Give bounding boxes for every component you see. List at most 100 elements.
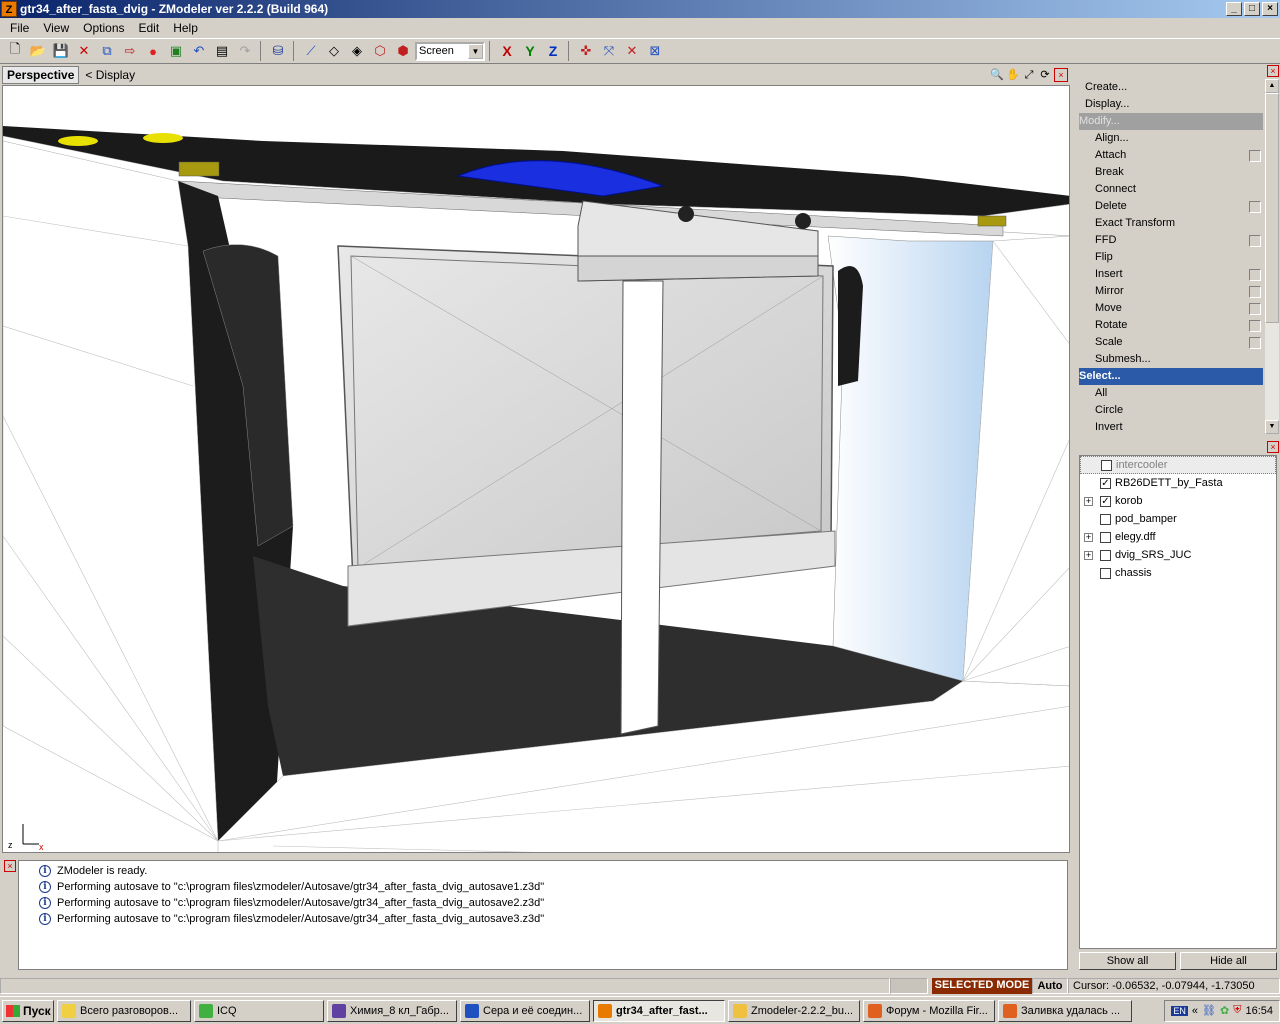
- expand-plus-icon[interactable]: +: [1084, 532, 1093, 542]
- menu-view[interactable]: View: [37, 19, 75, 37]
- close-viewport-icon[interactable]: ×: [1054, 67, 1068, 82]
- options-box[interactable]: [1249, 235, 1261, 247]
- command-item-invert[interactable]: Invert: [1079, 419, 1263, 434]
- scroll-thumb[interactable]: [1265, 93, 1279, 323]
- tree-item-chassis[interactable]: chassis: [1080, 564, 1276, 582]
- menu-options[interactable]: Options: [77, 19, 130, 37]
- command-item-break[interactable]: Break: [1079, 164, 1263, 181]
- pan-hand-icon[interactable]: ✋: [1006, 68, 1020, 82]
- options-box[interactable]: [1249, 337, 1261, 349]
- menu-file[interactable]: File: [4, 19, 35, 37]
- close-objects-icon[interactable]: ×: [1267, 441, 1279, 453]
- options-box[interactable]: [1249, 150, 1261, 162]
- menu-help[interactable]: Help: [167, 19, 204, 37]
- options-box[interactable]: [1249, 320, 1261, 332]
- tree-item-pod-bamper[interactable]: pod_bamper: [1080, 510, 1276, 528]
- close-log-icon[interactable]: ×: [4, 860, 16, 872]
- visibility-checkbox[interactable]: ✓: [1100, 477, 1111, 489]
- command-item-mirror[interactable]: Mirror: [1079, 283, 1263, 300]
- record-icon[interactable]: ●: [142, 40, 164, 62]
- redo-icon[interactable]: ↷: [234, 40, 256, 62]
- options-box[interactable]: [1249, 269, 1261, 281]
- show-all-button[interactable]: Show all: [1079, 952, 1176, 970]
- face-mode-icon[interactable]: ◇: [323, 40, 345, 62]
- axis-z-button[interactable]: Z: [542, 40, 564, 62]
- command-item-exact-transform[interactable]: Exact Transform: [1079, 215, 1263, 232]
- icq-tray-icon[interactable]: ✿: [1220, 1004, 1229, 1017]
- chevron-down-icon[interactable]: ▼: [468, 43, 483, 59]
- antivirus-icon[interactable]: ⛨: [1233, 1004, 1241, 1017]
- minimize-button[interactable]: _: [1226, 2, 1242, 16]
- taskbar-button[interactable]: Всего разговоров...: [57, 999, 191, 1022]
- axis-x-button[interactable]: X: [496, 40, 518, 62]
- taskbar-button[interactable]: Химия_8 кл_Габр...: [327, 999, 457, 1022]
- command-item-select[interactable]: Select...: [1079, 368, 1263, 385]
- visibility-checkbox[interactable]: [1100, 513, 1111, 525]
- taskbar-button[interactable]: Zmodeler-2.2.2_bu...: [728, 999, 860, 1022]
- object-mode-icon[interactable]: ◈: [346, 40, 368, 62]
- options-box[interactable]: [1249, 303, 1261, 315]
- command-item-attach[interactable]: Attach: [1079, 147, 1263, 164]
- visibility-checkbox[interactable]: [1100, 531, 1111, 543]
- command-item-scale[interactable]: Scale: [1079, 334, 1263, 351]
- menu-edit[interactable]: Edit: [133, 19, 166, 37]
- command-item-circle[interactable]: Circle: [1079, 402, 1263, 419]
- maximize-button[interactable]: □: [1244, 2, 1260, 16]
- export-icon[interactable]: ⇨: [119, 40, 141, 62]
- scroll-up-icon[interactable]: ▲: [1265, 79, 1279, 93]
- taskbar-button[interactable]: gtr34_after_fast...: [593, 999, 725, 1022]
- command-scrollbar[interactable]: ▲ ▼: [1265, 79, 1279, 434]
- maximize-viewport-icon[interactable]: ⤢: [1022, 68, 1036, 82]
- rotate-view-icon[interactable]: ⟳: [1038, 68, 1052, 82]
- language-indicator[interactable]: EN: [1171, 1005, 1188, 1016]
- sphere-mode-icon[interactable]: ⬢: [392, 40, 414, 62]
- grid-icon[interactable]: ⊠: [644, 40, 666, 62]
- vertex-mode-icon[interactable]: ⟋: [300, 40, 322, 62]
- axis-y-button[interactable]: Y: [519, 40, 541, 62]
- delete-icon[interactable]: ✕: [73, 40, 95, 62]
- command-item-delete[interactable]: Delete: [1079, 198, 1263, 215]
- taskbar-button[interactable]: Форум - Mozilla Fir...: [863, 999, 995, 1022]
- command-item-move[interactable]: Move: [1079, 300, 1263, 317]
- tree-item-elegy-dff[interactable]: + elegy.dff: [1080, 528, 1276, 546]
- command-item-submesh[interactable]: Submesh...: [1079, 351, 1263, 368]
- cube-mode-icon[interactable]: ⬡: [369, 40, 391, 62]
- snap-icon[interactable]: ✜: [575, 40, 597, 62]
- hide-all-button[interactable]: Hide all: [1180, 952, 1277, 970]
- expand-plus-icon[interactable]: +: [1084, 550, 1093, 560]
- tree-item-intercooler[interactable]: intercooler: [1080, 456, 1276, 474]
- import-icon[interactable]: ⧉: [96, 40, 118, 62]
- visibility-checkbox[interactable]: [1100, 549, 1111, 561]
- auto-toggle[interactable]: Auto: [1032, 978, 1068, 994]
- expand-plus-icon[interactable]: +: [1084, 496, 1093, 506]
- command-item-align[interactable]: Align...: [1079, 130, 1263, 147]
- visibility-checkbox[interactable]: [1100, 567, 1111, 579]
- tray-expand-chevron[interactable]: «: [1192, 1005, 1198, 1017]
- command-item-create[interactable]: Create...: [1079, 79, 1263, 96]
- tree-item-korob[interactable]: + ✓ korob: [1080, 492, 1276, 510]
- options-box[interactable]: [1249, 201, 1261, 213]
- options-box[interactable]: [1249, 286, 1261, 298]
- tree-item-dvig-srs-juc[interactable]: + dvig_SRS_JUC: [1080, 546, 1276, 564]
- axis-lock-icon[interactable]: ⤧: [598, 40, 620, 62]
- zoom-icon[interactable]: 🔍: [990, 68, 1004, 82]
- network-icon[interactable]: ⛓: [1202, 1004, 1216, 1017]
- display-toggle[interactable]: < Display: [85, 68, 135, 82]
- taskbar-button[interactable]: ICQ: [194, 999, 324, 1022]
- command-item-connect[interactable]: Connect: [1079, 181, 1263, 198]
- command-item-insert[interactable]: Insert: [1079, 266, 1263, 283]
- command-item-flip[interactable]: Flip: [1079, 249, 1263, 266]
- material-icon[interactable]: ⛁: [267, 40, 289, 62]
- image-icon[interactable]: ▣: [165, 40, 187, 62]
- visibility-checkbox[interactable]: ✓: [1100, 495, 1111, 507]
- command-item-display[interactable]: Display...: [1079, 96, 1263, 113]
- properties-icon[interactable]: ▤: [211, 40, 233, 62]
- undo-icon[interactable]: ↶: [188, 40, 210, 62]
- scale-lock-icon[interactable]: ✕: [621, 40, 643, 62]
- command-item-all[interactable]: All: [1079, 385, 1263, 402]
- command-item-ffd[interactable]: FFD: [1079, 232, 1263, 249]
- viewport-name[interactable]: Perspective: [2, 65, 80, 84]
- start-button[interactable]: Пуск: [2, 999, 54, 1022]
- scroll-down-icon[interactable]: ▼: [1265, 420, 1279, 434]
- new-file-icon[interactable]: 🗋: [4, 40, 26, 62]
